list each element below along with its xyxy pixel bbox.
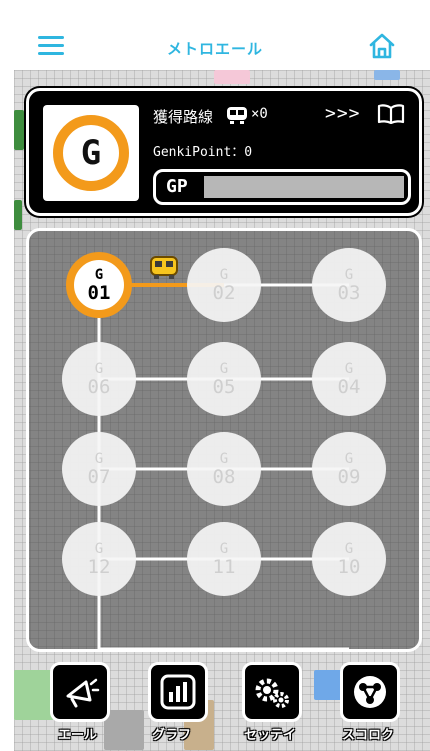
station-node-G10[interactable]: G 10 [312,522,386,596]
nav-graph-button[interactable] [148,662,208,722]
station-letter: G [80,133,102,173]
station-node-G04[interactable]: G 04 [312,342,386,416]
station-node-line: G [219,541,229,557]
station-node-line: G [344,267,354,283]
station-node-G09[interactable]: G 09 [312,432,386,506]
station-node-number: 08 [212,466,236,488]
station-board: G 01 G 02 G 03 G 06 G 05 G 04 G 07 G 08 G 09 G 12 G 11 G 10 [26,228,422,652]
gp-bar-track [204,176,404,198]
owned-lines-count: ×0 [251,106,268,122]
station-node-G02[interactable]: G 02 [187,248,261,322]
station-node-number: 05 [212,376,236,398]
nav-yell-label: エール [58,728,98,743]
share-nodes-icon [354,676,386,708]
station-node-line: G [344,451,354,467]
gp-bar-label: GP [166,176,188,197]
yellow-train-icon [150,256,178,279]
station-node-line: G [219,267,229,283]
station-node-number: 04 [337,376,361,398]
station-node-line: G [344,541,354,557]
station-node-line: G [219,451,229,467]
ginza-line-badge: G [53,115,129,191]
station-node-number: 06 [87,376,111,398]
station-node-G08[interactable]: G 08 [187,432,261,506]
station-node-number: 02 [212,282,236,304]
nav-settings-label: セッテイ [244,728,297,743]
station-node-number: 09 [337,466,361,488]
megaphone-icon [66,678,100,708]
station-node-line: G [219,361,229,377]
station-card: G [43,105,139,201]
station-node-G11[interactable]: G 11 [187,522,261,596]
nav-yell-button[interactable] [50,662,110,722]
bar-chart-icon [160,674,196,710]
station-node-G07[interactable]: G 07 [62,432,136,506]
book-icon[interactable] [377,104,405,124]
left-edge-strip [0,70,14,751]
station-node-line: G [94,451,104,467]
settings-gears-icon [255,678,289,708]
app-title: メトロエール [166,40,263,58]
home-icon[interactable] [368,32,396,60]
station-node-line: G [94,541,104,557]
nav-graph-label: グラフ [152,728,192,743]
station-node-number: 10 [337,556,361,578]
station-node-number: 11 [212,556,236,578]
station-node-line: G [94,267,104,283]
more-arrows-button[interactable]: >>> [325,103,361,124]
train-icon [227,107,247,124]
station-node-line: G [94,361,104,377]
station-node-G01[interactable]: G 01 [66,252,132,318]
nav-sugoroku-label: スコロク [342,728,395,743]
app-header: メトロエール [0,0,430,70]
station-node-number: 01 [87,282,111,304]
station-node-line: G [344,361,354,377]
station-node-G03[interactable]: G 03 [312,248,386,322]
nav-sugoroku-button[interactable] [340,662,400,722]
station-node-G06[interactable]: G 06 [62,342,136,416]
station-node-G05[interactable]: G 05 [187,342,261,416]
genki-point-label: GenkiPoint：0 [153,145,253,160]
gp-progress-bar: GP [153,169,411,205]
station-node-number: 12 [87,556,111,578]
station-node-G12[interactable]: G 12 [62,522,136,596]
owned-lines-label: 獲得路線 [153,108,214,126]
station-node-number: 03 [337,282,361,304]
status-panel: G 獲得路線 ×0 >>> GenkiPoint：0 GP [26,88,422,216]
station-node-number: 07 [87,466,111,488]
nav-settings-button[interactable] [242,662,302,722]
bottom-nav: エール グラフ セッテイ スコロク [0,656,430,751]
